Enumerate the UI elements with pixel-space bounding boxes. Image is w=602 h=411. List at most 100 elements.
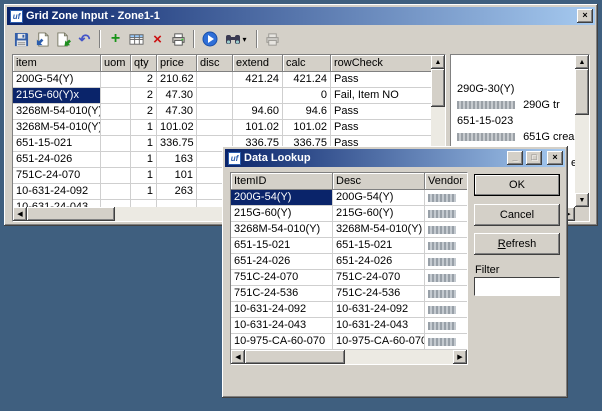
column-header[interactable]: qty	[131, 55, 157, 72]
filter-input[interactable]	[474, 277, 560, 296]
cell-desc[interactable]: 10-631-24-092	[333, 302, 425, 318]
cell-uom[interactable]	[101, 88, 131, 104]
cell-disc[interactable]	[197, 72, 233, 88]
cell-calc[interactable]: 94.6	[283, 104, 331, 120]
cell-uom[interactable]	[101, 184, 131, 200]
open-button[interactable]	[32, 29, 53, 49]
cell-desc[interactable]: 10-631-24-043	[333, 318, 425, 334]
hscroll-thumb[interactable]	[27, 207, 115, 221]
cell-itemid[interactable]: 10-631-24-043	[231, 318, 333, 334]
cell-qty[interactable]: 1	[131, 168, 157, 184]
hscroll-thumb[interactable]	[245, 350, 345, 364]
cell-calc[interactable]: 421.24	[283, 72, 331, 88]
cell-disc[interactable]	[197, 88, 233, 104]
cell-price[interactable]: 47.30	[157, 88, 197, 104]
cell-itemid[interactable]: 751C-24-070	[231, 270, 333, 286]
scroll-down-icon[interactable]: ▼	[575, 193, 589, 207]
cell-rowcheck[interactable]: Fail, Item NO	[331, 88, 431, 104]
cell-itemid[interactable]: 651-15-021	[231, 238, 333, 254]
vscroll-thumb[interactable]	[575, 69, 589, 115]
cell-rowcheck[interactable]: Pass	[331, 120, 431, 136]
cell-qty[interactable]: 2	[131, 72, 157, 88]
cell-price[interactable]: 47.30	[157, 104, 197, 120]
lookup-grid-hscrollbar[interactable]: ◀ ▶	[231, 350, 467, 364]
cell-price[interactable]: 263	[157, 184, 197, 200]
cell-uom[interactable]	[101, 168, 131, 184]
cell-vendor[interactable]	[425, 302, 467, 318]
cell-item[interactable]: 10-631-24-092	[13, 184, 101, 200]
panel-vscrollbar[interactable]: ▲ ▼	[575, 55, 589, 207]
cell-itemid[interactable]: 10-631-24-092	[231, 302, 333, 318]
column-header[interactable]: Desc	[333, 173, 425, 190]
cell-vendor[interactable]	[425, 206, 467, 222]
cell-item[interactable]: 651-24-026	[13, 152, 101, 168]
main-titlebar[interactable]: uf Grid Zone Input - Zone1-1 ×	[7, 7, 595, 25]
cell-qty[interactable]: 1	[131, 152, 157, 168]
cell-calc[interactable]: 0	[283, 88, 331, 104]
cell-extend[interactable]: 94.60	[233, 104, 283, 120]
cell-rowcheck[interactable]: Pass	[331, 72, 431, 88]
cell-desc[interactable]: 751C-24-070	[333, 270, 425, 286]
scroll-up-icon[interactable]: ▲	[431, 55, 445, 69]
cell-itemid[interactable]: 3268M-54-010(Y)	[231, 222, 333, 238]
column-header[interactable]: calc	[283, 55, 331, 72]
cell-price[interactable]: 163	[157, 152, 197, 168]
cell-itemid[interactable]: 215G-60(Y)	[231, 206, 333, 222]
cell-desc[interactable]: 751C-24-536	[333, 286, 425, 302]
scroll-left-icon[interactable]: ◀	[13, 207, 27, 221]
dialog-titlebar[interactable]: uf Data Lookup _ □ ×	[225, 149, 565, 167]
cell-uom[interactable]	[101, 152, 131, 168]
cell-rowcheck[interactable]: Pass	[331, 104, 431, 120]
cell-vendor[interactable]	[425, 334, 467, 350]
cell-vendor[interactable]	[425, 286, 467, 302]
cells-button[interactable]	[126, 29, 147, 49]
cell-desc[interactable]: 651-15-021	[333, 238, 425, 254]
cell-itemid[interactable]: 751C-24-536	[231, 286, 333, 302]
column-header[interactable]: rowCheck	[331, 55, 431, 72]
cell-qty[interactable]: 1	[131, 184, 157, 200]
cell-item[interactable]: 651-15-021	[13, 136, 101, 152]
print-button[interactable]	[168, 29, 189, 49]
vscroll-thumb[interactable]	[431, 69, 445, 107]
cell-desc[interactable]: 215G-60(Y)	[333, 206, 425, 222]
cell-vendor[interactable]	[425, 222, 467, 238]
cell-extend[interactable]: 421.24	[233, 72, 283, 88]
cell-uom[interactable]	[101, 120, 131, 136]
cell-desc[interactable]: 651-24-026	[333, 254, 425, 270]
cancel-button[interactable]: Cancel	[474, 204, 560, 226]
cell-itemid[interactable]: 200G-54(Y)	[231, 190, 333, 206]
column-header[interactable]: item	[13, 55, 101, 72]
cell-qty[interactable]: 1	[131, 120, 157, 136]
cell-desc[interactable]: 200G-54(Y)	[333, 190, 425, 206]
cell-uom[interactable]	[101, 104, 131, 120]
cell-vendor[interactable]	[425, 254, 467, 270]
scroll-right-icon[interactable]: ▶	[453, 350, 467, 364]
cell-extend[interactable]: 101.02	[233, 120, 283, 136]
column-header[interactable]: uom	[101, 55, 131, 72]
cell-disc[interactable]	[197, 120, 233, 136]
delete-row-button[interactable]: ×	[147, 29, 168, 49]
column-header[interactable]: price	[157, 55, 197, 72]
cell-price[interactable]: 101	[157, 168, 197, 184]
cell-extend[interactable]	[233, 88, 283, 104]
cell-qty[interactable]: 2	[131, 104, 157, 120]
cell-disc[interactable]	[197, 104, 233, 120]
column-header[interactable]: ItemID	[231, 173, 333, 190]
run-button[interactable]	[199, 29, 220, 49]
column-header[interactable]: extend	[233, 55, 283, 72]
export-button[interactable]	[53, 29, 74, 49]
cell-qty[interactable]: 2	[131, 88, 157, 104]
cell-price[interactable]: 101.02	[157, 120, 197, 136]
save-button[interactable]	[11, 29, 32, 49]
cell-item[interactable]: 200G-54(Y)	[13, 72, 101, 88]
close-button[interactable]: ×	[547, 151, 563, 165]
scroll-up-icon[interactable]: ▲	[575, 55, 589, 69]
cell-desc[interactable]: 10-975-CA-60-070	[333, 334, 425, 350]
undo-button[interactable]: ↶	[74, 29, 95, 49]
cell-itemid[interactable]: 10-975-CA-60-070	[231, 334, 333, 350]
cell-vendor[interactable]	[425, 190, 467, 206]
cell-price[interactable]: 210.62	[157, 72, 197, 88]
cell-vendor[interactable]	[425, 318, 467, 334]
cell-uom[interactable]	[101, 72, 131, 88]
scroll-left-icon[interactable]: ◀	[231, 350, 245, 364]
